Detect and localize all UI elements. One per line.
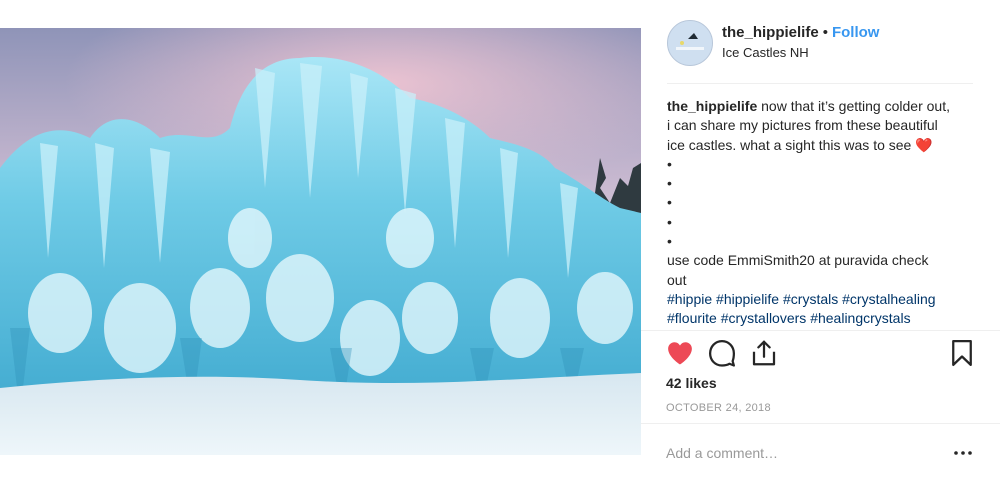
comment-icon bbox=[709, 340, 735, 367]
caption-line: • bbox=[667, 233, 672, 250]
post-side-panel: the_hippielife • Follow Ice Castles NH the… bbox=[641, 0, 1000, 483]
comment-divider bbox=[641, 423, 1000, 424]
share-icon bbox=[752, 340, 776, 366]
post-media[interactable] bbox=[0, 0, 641, 483]
header-divider bbox=[667, 83, 973, 84]
caption-line: ice castles. what a sight this was to se… bbox=[667, 136, 967, 155]
caption-line: • bbox=[667, 155, 672, 172]
heart-icon bbox=[668, 342, 692, 365]
caption-line: the_hippielife now that it’s getting col… bbox=[667, 97, 967, 116]
caption-line: use code EmmiSmith20 at puravida check bbox=[667, 252, 929, 269]
caption-line: • bbox=[667, 213, 672, 230]
avatar-image bbox=[668, 21, 712, 65]
hashtag-link[interactable]: #crystalhealing bbox=[842, 291, 935, 307]
comment-button[interactable] bbox=[707, 338, 737, 368]
share-button[interactable] bbox=[749, 338, 779, 368]
header-line: the_hippielife • Follow bbox=[722, 24, 879, 42]
comment-input[interactable] bbox=[666, 443, 936, 463]
hashtag-line: #hippie #hippielife #crystals #crystalhe… bbox=[667, 290, 967, 309]
username-link[interactable]: the_hippielife bbox=[722, 24, 819, 41]
hashtag-link[interactable]: #crystals bbox=[783, 291, 838, 307]
location-link[interactable]: Ice Castles NH bbox=[722, 45, 809, 61]
like-button[interactable] bbox=[665, 338, 695, 368]
hashtag-line: #flourite #crystallovers #healingcrystal… bbox=[667, 309, 967, 328]
hashtag-link[interactable]: #flourite bbox=[667, 310, 717, 326]
more-options-icon bbox=[954, 451, 972, 455]
post-caption: the_hippielife now that it’s getting col… bbox=[667, 97, 967, 329]
bookmark-icon bbox=[952, 340, 972, 366]
separator-dot: • bbox=[822, 24, 828, 41]
heart-emoji: ❤️ bbox=[915, 136, 933, 153]
follow-button[interactable]: Follow bbox=[832, 24, 880, 41]
hashtag-link[interactable]: #hippie bbox=[667, 291, 712, 307]
post-view: the_hippielife • Follow Ice Castles NH the… bbox=[0, 0, 1000, 483]
caption-line: • bbox=[667, 194, 672, 211]
save-button[interactable] bbox=[947, 338, 977, 368]
caption-line: • bbox=[667, 175, 672, 192]
action-bar bbox=[641, 336, 1000, 372]
caption-text: now that it’s getting colder out, bbox=[761, 98, 950, 114]
hashtag-link[interactable]: #crystallovers bbox=[721, 310, 807, 326]
hashtag-link[interactable]: #healingcrystals bbox=[810, 310, 910, 326]
likes-count[interactable]: 42 likes bbox=[666, 375, 717, 391]
avatar[interactable] bbox=[667, 20, 713, 66]
caption-username[interactable]: the_hippielife bbox=[667, 98, 757, 114]
more-options-button[interactable] bbox=[951, 443, 975, 463]
post-date[interactable]: OCTOBER 24, 2018 bbox=[666, 402, 771, 414]
hashtag-link[interactable]: #hippielife bbox=[716, 291, 779, 307]
post-photo[interactable] bbox=[0, 28, 641, 455]
caption-line: out bbox=[667, 271, 687, 288]
post-header: the_hippielife • Follow Ice Castles NH bbox=[641, 0, 1000, 83]
caption-divider bbox=[641, 330, 1000, 331]
caption-line: i can share my pictures from these beaut… bbox=[667, 117, 938, 134]
caption-text: ice castles. what a sight this was to se… bbox=[667, 136, 912, 153]
